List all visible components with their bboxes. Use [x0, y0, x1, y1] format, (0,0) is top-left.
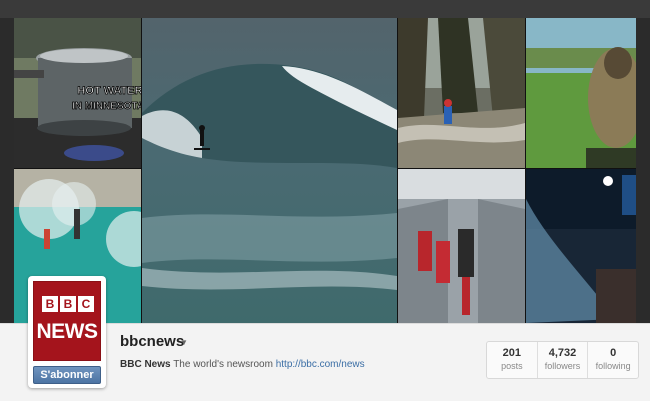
falcon-photo: [526, 18, 636, 168]
bio-name: BBC News: [120, 359, 171, 370]
profile-username: bbcnews: [120, 333, 185, 350]
stat-label: posts: [501, 361, 523, 371]
profile-avatar-card: B B C NEWS S'abonner: [28, 276, 106, 388]
photo-tile-hot-water[interactable]: HOT WATER IN MINNESOTA: [14, 18, 141, 168]
stat-value: 0: [610, 347, 617, 359]
chevron-down-icon[interactable]: ▼: [180, 338, 188, 347]
stat-posts[interactable]: 201 posts: [487, 342, 538, 378]
logo-letter: B: [42, 296, 58, 312]
photo-tile-stage[interactable]: [526, 169, 636, 323]
stat-label: following: [595, 361, 631, 371]
photo-mosaic: HOT WATER IN MINNESOTA: [14, 18, 636, 323]
stat-value: 201: [502, 347, 522, 359]
stat-followers[interactable]: 4,732 followers: [538, 342, 589, 378]
surf-photo: [142, 18, 397, 323]
tile-caption-line2: IN MINNESOTA: [72, 101, 141, 112]
stat-value: 4,732: [548, 347, 577, 359]
subscribe-button[interactable]: S'abonner: [33, 366, 101, 384]
stage-photo: [526, 169, 636, 323]
photo-tile-wakeboard[interactable]: [398, 18, 525, 168]
stat-following[interactable]: 0 following: [588, 342, 638, 378]
profile-stats: 201 posts 4,732 followers 0 following: [486, 341, 639, 379]
bbc-news-logo: B B C NEWS: [33, 281, 101, 361]
photo-tile-bridge[interactable]: [398, 169, 525, 323]
stat-label: followers: [544, 361, 581, 371]
logo-letter: C: [78, 296, 94, 312]
bio-link[interactable]: http://bbc.com/news: [276, 359, 365, 370]
pot-photo: HOT WATER IN MINNESOTA: [14, 18, 141, 168]
photo-tile-surf[interactable]: [142, 18, 397, 323]
wakeboard-photo: [398, 18, 525, 168]
bridge-photo: [398, 169, 525, 323]
profile-bio: BBC News The world's newsroom http://bbc…: [120, 359, 365, 370]
bio-text: The world's newsroom: [173, 359, 273, 370]
tile-caption-line1: HOT WATER: [77, 85, 141, 97]
photo-tile-falcon[interactable]: [526, 18, 636, 168]
top-bar: [0, 0, 650, 18]
logo-news-word: NEWS: [36, 320, 99, 343]
logo-letter: B: [60, 296, 76, 312]
